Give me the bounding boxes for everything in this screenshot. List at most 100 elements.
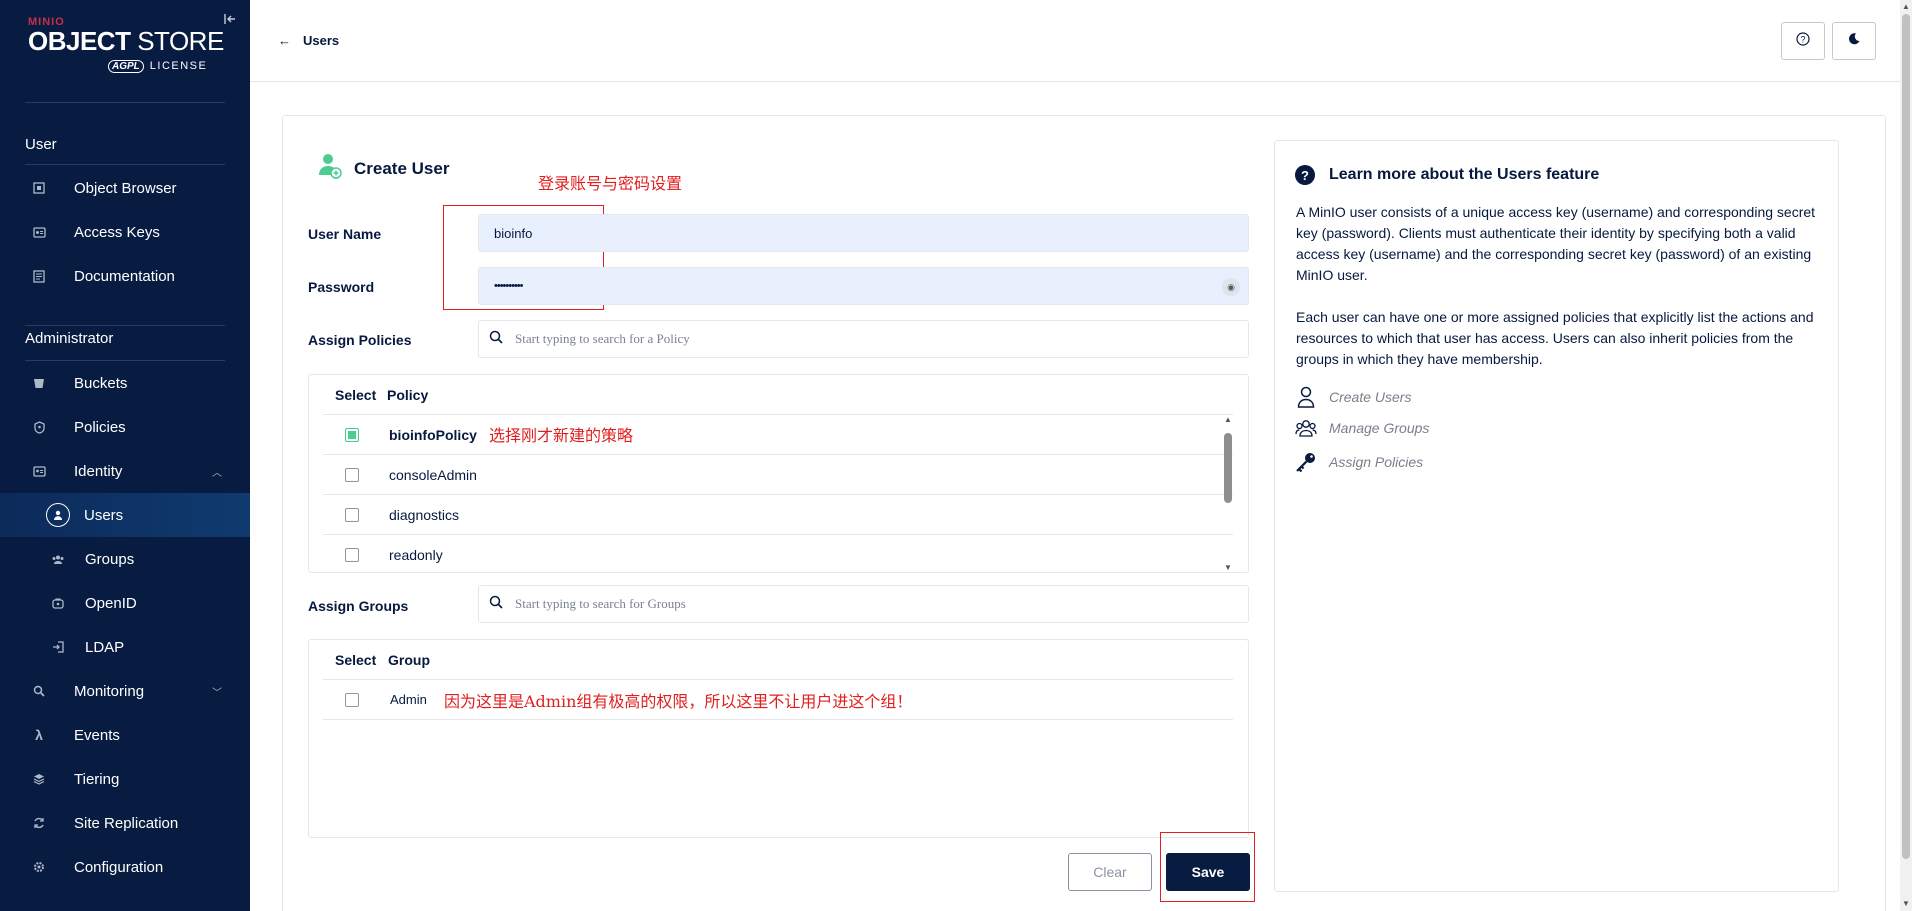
sidebar-divider [25,325,225,326]
sidebar-item-object-browser[interactable]: Object Browser [0,166,250,210]
group-checkbox[interactable] [345,692,359,707]
assign-groups-label: Assign Groups [308,598,409,614]
search-icon [489,595,503,614]
help-link-create-users[interactable]: Create Users [1295,386,1411,408]
help-link-label: Create Users [1329,389,1412,405]
sidebar-item-buckets[interactable]: Buckets [0,361,250,405]
logo-product-light: STORE [137,26,224,56]
group-name: Admin [390,692,427,707]
policy-table: Select Policy bioinfoPolicy consoleAdmin… [308,374,1249,573]
policy-checkbox[interactable] [345,547,359,562]
group-search-placeholder: Start typing to search for Groups [515,596,686,611]
eye-icon[interactable]: ◉ [1222,278,1240,296]
sidebar-item-documentation[interactable]: Documentation [0,254,250,298]
policies-icon [30,418,48,436]
clear-button[interactable]: Clear [1068,853,1152,891]
license-text: LICENSE [149,60,208,72]
scrollbar-thumb[interactable] [1902,14,1910,859]
object-browser-icon [30,179,48,197]
sidebar-item-groups[interactable]: Groups [0,537,250,581]
collapse-sidebar-icon[interactable] [224,13,237,28]
group-table-header-select: Select [335,652,377,668]
user-icon [46,503,70,527]
table-row[interactable]: readonly [323,534,1233,572]
sidebar-item-label: Identity [74,462,123,480]
gear-icon [30,858,48,876]
openid-icon [49,594,67,612]
groups-icon [49,550,67,568]
sidebar-item-events[interactable]: λ Events [0,713,250,757]
help-link-assign-policies[interactable]: Assign Policies [1295,452,1423,472]
password-input[interactable]: •••••••••• ◉ [478,267,1249,305]
table-row[interactable]: bioinfoPolicy [323,414,1233,454]
policy-checkbox[interactable] [345,507,359,522]
scroll-down-arrow-icon[interactable]: ▼ [1224,563,1232,572]
password-value: •••••••••• [494,280,523,292]
sidebar-item-label: OpenID [85,594,137,612]
logo-product: OBJECT STORE [28,28,224,54]
policy-name: bioinfoPolicy [389,426,477,443]
sidebar-item-monitoring[interactable]: Monitoring ﹀ [0,669,250,713]
minio-logo[interactable]: MINIO OBJECT STORE AGPL LICENSE [28,16,224,73]
sidebar-item-label: LDAP [85,638,125,656]
sidebar-divider [25,102,225,103]
group-search-input[interactable]: Start typing to search for Groups [478,585,1249,623]
help-button[interactable]: ? [1781,22,1825,60]
svg-text:?: ? [1800,34,1805,44]
buckets-icon [30,374,48,392]
sidebar-item-label: Object Browser [74,179,177,197]
sidebar-section-administrator: Administrator [25,330,114,347]
annotation-policy: 选择刚才新建的策略 [489,426,634,445]
back-to-users-link[interactable]: ← Users [278,33,339,48]
sidebar-item-identity[interactable]: Identity ︿ [0,449,250,493]
sidebar-item-users[interactable]: Users [0,493,250,537]
sidebar-item-policies[interactable]: Policies [0,405,250,449]
sidebar-section-user: User [25,136,57,153]
table-row-divider [323,719,1233,720]
help-link-label: Manage Groups [1329,420,1430,436]
chevron-up-icon[interactable]: ︿ [212,464,222,479]
sidebar-item-openid[interactable]: OpenID [0,581,250,625]
form-title: Create User [318,153,449,184]
sidebar-item-ldap[interactable]: LDAP [0,625,250,669]
username-input[interactable]: bioinfo [478,214,1249,252]
sidebar-item-label: Events [74,726,120,744]
policy-scrollbar-thumb[interactable] [1224,433,1232,503]
username-value: bioinfo [494,225,533,241]
scroll-up-arrow-icon[interactable]: ▲ [1224,415,1232,424]
sidebar-item-label: Monitoring [74,682,145,700]
sidebar-item-access-keys[interactable]: Access Keys [0,210,250,254]
sidebar-item-label: Groups [85,550,135,568]
password-label: Password [308,279,375,295]
logo-license: AGPL LICENSE [108,60,207,73]
sidebar-item-configuration[interactable]: Configuration [0,845,250,889]
user-outline-icon [1295,386,1317,408]
table-row[interactable]: consoleAdmin [323,454,1233,494]
policy-checkbox[interactable] [345,467,359,482]
group-table: Select Group Admin [308,639,1249,838]
policy-name: consoleAdmin [389,466,477,483]
key-icon [1295,452,1317,472]
user-add-icon [318,153,342,184]
dark-mode-toggle[interactable] [1832,22,1876,60]
policy-checkbox[interactable] [345,427,359,442]
sidebar-item-site-replication[interactable]: Site Replication [0,801,250,845]
policy-table-scrollbar[interactable]: ▲ ▼ [1221,415,1235,572]
documentation-icon [30,267,48,285]
help-title-text: Learn more about the Users feature [1329,166,1600,183]
agpl-badge: AGPL [108,60,144,73]
chevron-down-icon[interactable]: ﹀ [212,684,222,699]
scroll-down-arrow-icon[interactable]: ▼ [1902,899,1910,908]
identity-icon [30,462,48,480]
back-link-label: Users [303,33,340,48]
table-row[interactable]: diagnostics [323,494,1233,534]
policy-search-input[interactable]: Start typing to search for a Policy [478,320,1249,358]
help-paragraph-2: Each user can have one or more assigned … [1296,309,1814,367]
sidebar-item-tiering[interactable]: Tiering [0,757,250,801]
help-link-manage-groups[interactable]: Manage Groups [1295,419,1429,437]
moon-icon [1847,32,1861,51]
page-scrollbar[interactable]: ▲ ▼ [1900,0,1912,911]
scroll-up-arrow-icon[interactable]: ▲ [1902,2,1910,11]
assign-policies-label: Assign Policies [308,332,412,348]
group-table-header-group: Group [388,652,430,668]
